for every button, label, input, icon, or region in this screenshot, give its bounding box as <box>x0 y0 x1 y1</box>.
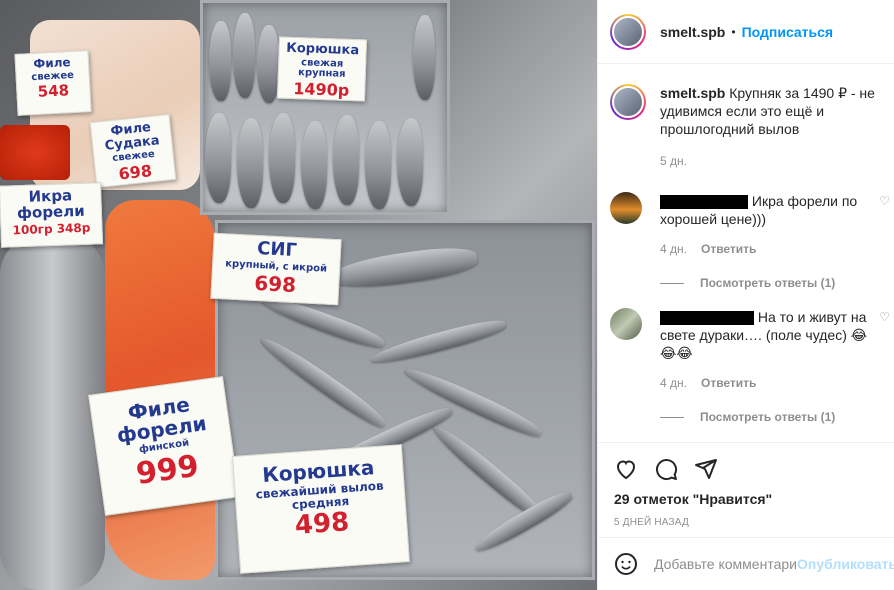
fish <box>205 113 231 203</box>
instagram-post: Филе свежее 548 Филе Судака свежее 698 И… <box>0 0 894 590</box>
fish <box>368 315 508 369</box>
avatar[interactable] <box>610 84 646 120</box>
heart-icon[interactable]: ♡ <box>879 310 890 324</box>
post-photo[interactable]: Филе свежее 548 Филе Судака свежее 698 И… <box>0 0 597 590</box>
trout-roe-tray <box>0 125 70 180</box>
fish <box>256 331 390 433</box>
fish <box>413 15 435 100</box>
view-replies-button[interactable]: Посмотреть ответы (1) <box>660 410 880 424</box>
divider-line <box>660 282 684 284</box>
post-header: smelt.spb • Подписаться <box>598 0 894 64</box>
tag-subtitle: 100гр 348р <box>12 220 91 237</box>
price-tag-fillet-top: Филе свежее 548 <box>14 50 92 116</box>
smelt-tray-top <box>200 0 450 215</box>
price-tag-sig: СИГ крупный, с икрой 698 <box>210 232 342 306</box>
tag-title: Филе <box>32 55 71 71</box>
add-comment-bar: Добавьте комментарий… Опубликовать <box>598 537 894 590</box>
fish <box>269 113 295 203</box>
reply-button[interactable]: Ответить <box>701 240 756 258</box>
tag-price: 1490р <box>292 78 350 100</box>
post-caption: smelt.spb Крупняк за 1490 ₽ - не удивимс… <box>610 84 880 170</box>
publish-button[interactable]: Опубликовать <box>797 556 894 572</box>
whole-fish <box>0 235 105 590</box>
tag-price: 548 <box>37 81 70 101</box>
fish <box>237 118 263 208</box>
reply-button[interactable]: Ответить <box>701 374 756 392</box>
price-tag-ikra: Икра форели 100гр 348р <box>0 182 104 248</box>
username-link[interactable]: smelt.spb <box>660 24 725 40</box>
action-icons <box>614 453 879 485</box>
comment-item: Икра форели по хорошей цене))) 4 дн. Отв… <box>610 192 890 258</box>
post-date[interactable]: 5 ДНЕЙ НАЗАД <box>614 517 879 528</box>
comments-list[interactable]: smelt.spb Крупняк за 1490 ₽ - не удивимс… <box>598 64 894 442</box>
fish <box>365 121 391 209</box>
comment-input[interactable]: Добавьте комментарий… <box>654 556 797 572</box>
fish <box>326 242 480 294</box>
avatar[interactable] <box>610 308 642 340</box>
price-tag-trout: Филе форели финской 999 <box>88 376 240 516</box>
price-tag-fillet-skin: Филе Судака свежее 698 <box>89 113 177 189</box>
post-actions: 29 отметок "Нравится" 5 ДНЕЙ НАЗАД <box>598 442 894 528</box>
redacted-username <box>660 195 748 210</box>
emoji-icon[interactable] <box>614 552 638 576</box>
fish <box>301 121 327 209</box>
price-tag-koryushka-bottom: Корюшка свежайший вылов средняя 498 <box>232 444 410 574</box>
comment-item: На то и живут на свете дураки…. (поле чу… <box>610 308 890 392</box>
comment-icon[interactable] <box>654 457 678 481</box>
tag-subtitle: свежая крупная <box>297 56 346 80</box>
divider-line <box>660 416 684 418</box>
avatar[interactable] <box>610 13 646 50</box>
fish <box>257 25 279 103</box>
separator-dot: • <box>731 24 736 39</box>
view-replies-button[interactable]: Посмотреть ответы (1) <box>660 276 880 290</box>
fish <box>397 118 423 206</box>
view-replies-label: Посмотреть ответы (1) <box>700 276 836 290</box>
share-icon[interactable] <box>694 457 718 481</box>
redacted-username <box>660 311 754 326</box>
price-tag-koryushka-top: Корюшка свежая крупная 1490р <box>276 36 368 102</box>
view-replies-label: Посмотреть ответы (1) <box>700 410 836 424</box>
tag-title: Филе Судака <box>104 120 161 154</box>
post-side-panel: smelt.spb • Подписаться smelt.spb Крупня… <box>597 0 894 590</box>
comment-time[interactable]: 4 дн. <box>660 374 687 392</box>
tag-title: Корюшка <box>285 40 360 59</box>
likes-count[interactable]: 29 отметок "Нравится" <box>614 491 879 507</box>
comment-time[interactable]: 4 дн. <box>660 240 687 258</box>
heart-icon[interactable] <box>614 457 638 481</box>
fish <box>333 115 359 205</box>
heart-icon[interactable]: ♡ <box>879 194 890 208</box>
tag-title: Икра форели <box>16 186 85 222</box>
caption-time[interactable]: 5 дн. <box>660 152 687 170</box>
fish <box>233 13 255 98</box>
avatar[interactable] <box>610 192 642 224</box>
tag-price: 698 <box>253 271 297 298</box>
caption-username[interactable]: smelt.spb <box>660 85 725 101</box>
follow-button[interactable]: Подписаться <box>742 24 834 40</box>
fish <box>209 21 231 101</box>
